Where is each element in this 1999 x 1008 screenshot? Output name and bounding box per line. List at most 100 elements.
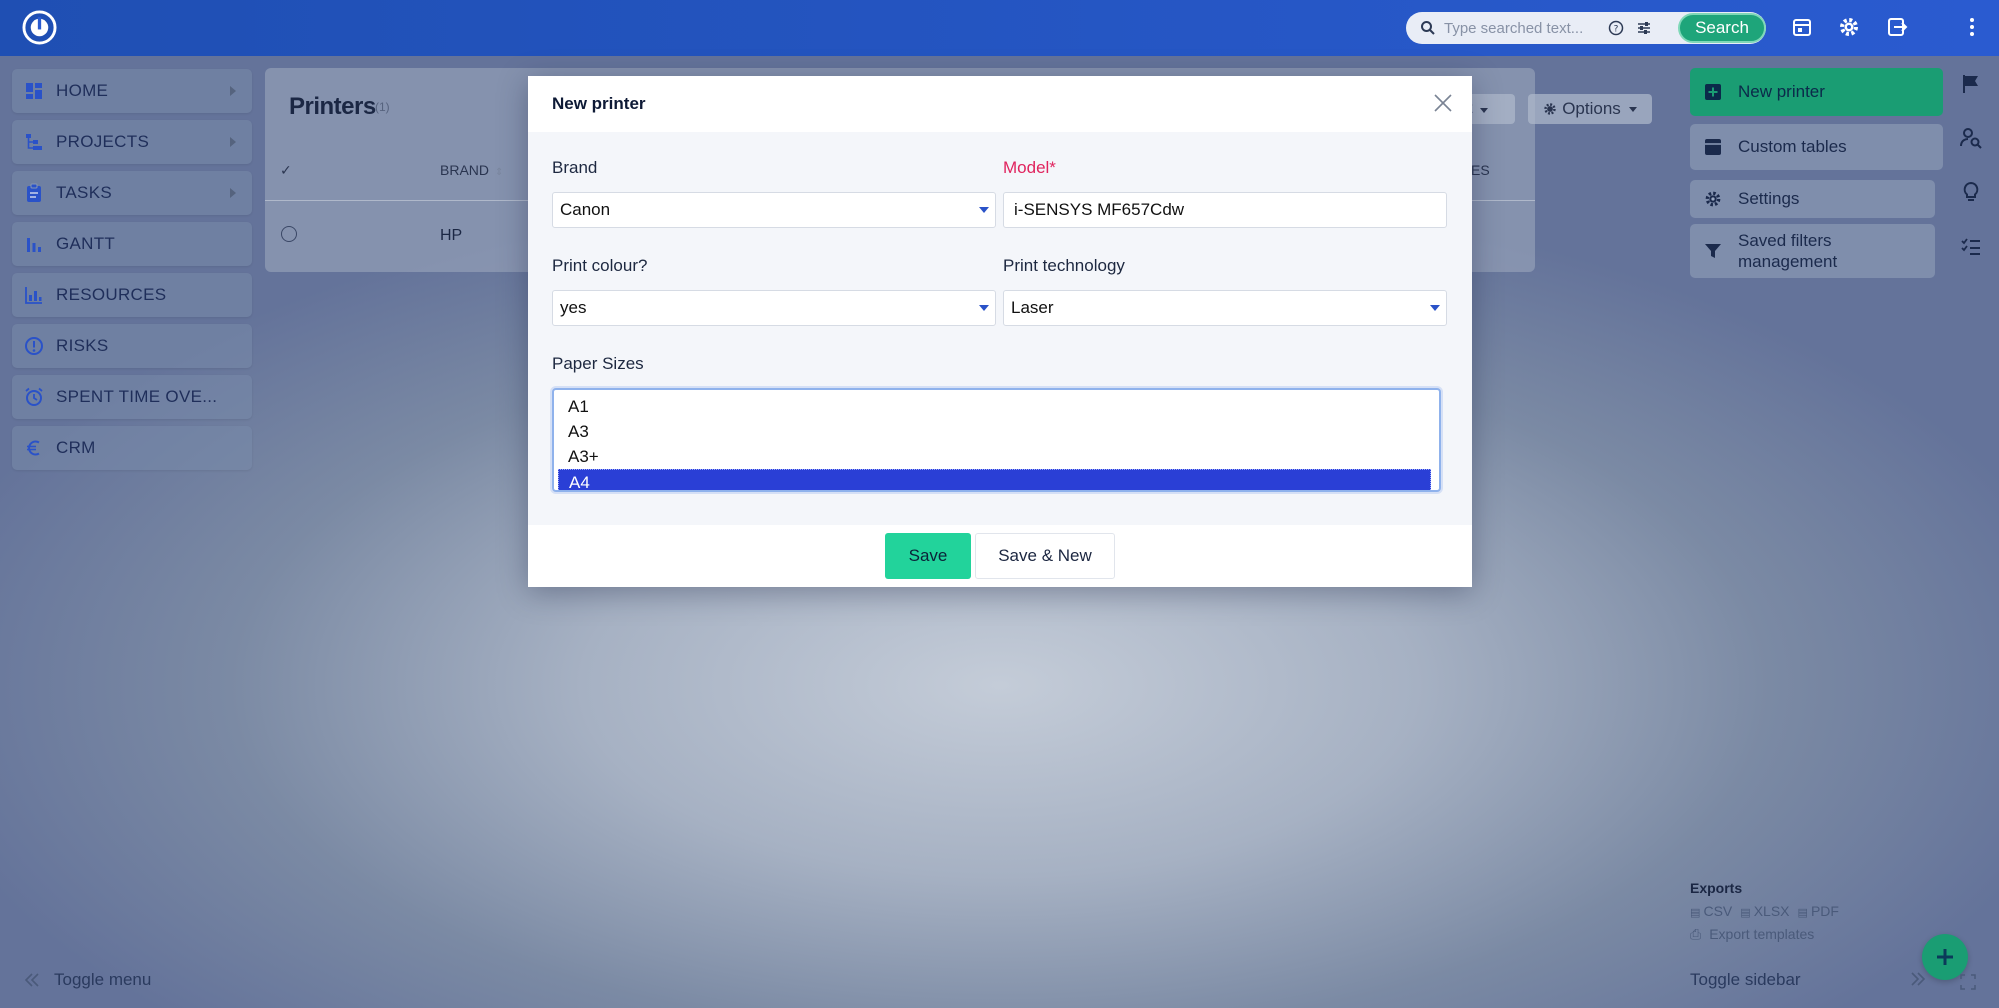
sidebar-item-crm[interactable]: CRM (12, 426, 252, 470)
euro-icon (27, 440, 40, 456)
expand-icon[interactable] (1960, 974, 1976, 990)
save-button[interactable]: Save (885, 533, 971, 579)
search-icon (1421, 21, 1435, 35)
chevron-right-icon (230, 86, 236, 96)
column-header-brand[interactable]: BRAND ⇕ (440, 162, 503, 178)
checklist-icon[interactable] (1960, 236, 1982, 258)
save-and-new-button[interactable]: Save & New (975, 533, 1115, 579)
paper-size-option[interactable]: A3 (558, 419, 1431, 444)
brand-select-value: Canon (560, 200, 611, 219)
sidebar-item-label: RISKS (56, 336, 109, 355)
new-printer-label: New printer (1738, 82, 1825, 101)
more-vertical-icon[interactable] (1961, 16, 1983, 38)
toggle-menu-button[interactable]: Toggle menu (24, 970, 151, 990)
tune-icon[interactable] (1636, 20, 1652, 36)
search-input[interactable] (1444, 17, 1594, 39)
options-label: Options (1562, 99, 1621, 118)
alert-icon (25, 337, 43, 355)
user-search-icon[interactable] (1960, 127, 1982, 149)
select-all-checkbox[interactable]: ✓ (280, 162, 292, 179)
sidebar-item-resources[interactable]: RESOURCES (12, 273, 252, 317)
printer-icon: ⎙ (1690, 926, 1702, 942)
alarm-icon (25, 387, 43, 406)
chevron-right-icon (230, 188, 236, 198)
modal-header: New printer (528, 76, 1472, 132)
table-cell-brand: HP (440, 227, 463, 244)
sidebar-item-risks[interactable]: RISKS (12, 324, 252, 368)
sidebar-item-label: HOME (56, 81, 109, 100)
sidebar-item-home[interactable]: HOME (12, 69, 252, 113)
sidebar-item-tasks[interactable]: TASKS (12, 171, 252, 215)
clipboard-icon (27, 183, 41, 202)
help-icon[interactable]: ? (1608, 20, 1624, 36)
chevron-right-icon (230, 137, 236, 147)
close-icon[interactable] (1433, 93, 1453, 113)
logout-icon[interactable] (1886, 16, 1908, 38)
export-pdf-link[interactable]: PDF (1798, 903, 1839, 919)
search-button[interactable]: Search (1678, 13, 1766, 43)
row-select-radio[interactable] (281, 226, 297, 242)
export-templates-label: Export templates (1709, 926, 1815, 942)
gantt-icon (27, 238, 41, 252)
lightbulb-icon[interactable] (1960, 181, 1982, 203)
print-colour-select[interactable]: yes (552, 290, 996, 326)
modal-title: New printer (552, 94, 646, 113)
caret-down-icon (1480, 108, 1489, 113)
gear-icon (1705, 191, 1721, 207)
dropdown-arrow-icon (979, 207, 989, 213)
export-xlsx-link[interactable]: XLSX (1740, 903, 1790, 919)
double-chevron-left-icon (24, 973, 39, 987)
top-bar: ? Search (0, 0, 1999, 56)
sidebar-item-spent-time[interactable]: SPENT TIME OVE... (12, 375, 252, 419)
brand-select[interactable]: Canon (552, 192, 996, 228)
export-csv-link[interactable]: CSV (1690, 903, 1732, 919)
double-chevron-right-icon[interactable] (1910, 972, 1926, 986)
sidebar-item-label: GANTT (56, 234, 116, 253)
custom-tables-button[interactable]: Custom tables (1690, 124, 1943, 170)
sidebar-item-gantt[interactable]: GANTT (12, 222, 252, 266)
record-count: (1) (375, 100, 390, 114)
settings-label: Settings (1738, 189, 1800, 208)
gear-icon[interactable] (1838, 16, 1860, 38)
sort-icon: ⇕ (495, 167, 504, 178)
sidebar-item-label: CRM (56, 438, 96, 457)
new-printer-button[interactable]: New printer (1690, 68, 1943, 116)
toggle-menu-label: Toggle menu (54, 970, 152, 989)
projects-icon (26, 134, 42, 150)
paper-size-option-selected[interactable]: A4 (558, 469, 1431, 490)
custom-tables-label: Custom tables (1738, 137, 1847, 156)
new-printer-modal: New printer Brand Canon Model* i-SENSYS … (528, 76, 1472, 587)
paper-size-option[interactable]: A3+ (558, 444, 1431, 469)
print-colour-value: yes (560, 298, 587, 317)
sidebar-item-label: RESOURCES (56, 285, 167, 304)
flag-icon[interactable] (1960, 73, 1982, 95)
sidebar-item-projects[interactable]: PROJECTS (12, 120, 252, 164)
dashboard-icon (26, 83, 42, 99)
saved-filters-button[interactable]: Saved filters management (1690, 224, 1935, 278)
sidebar-item-label: SPENT TIME OVE... (56, 387, 218, 406)
exports-title: Exports (1690, 880, 1743, 896)
brand-label: Brand (552, 158, 598, 177)
print-technology-select[interactable]: Laser (1003, 290, 1447, 326)
export-formats: CSV XLSX PDF (1690, 903, 1839, 919)
page-title: Printers (289, 93, 376, 120)
calendar-icon[interactable] (1791, 16, 1813, 38)
paper-sizes-multiselect[interactable]: A1 A3 A3+ A4 (552, 388, 1441, 492)
dropdown-arrow-icon (1430, 305, 1440, 311)
options-button[interactable]: Options (1528, 94, 1652, 124)
export-templates-link[interactable]: ⎙ Export templates (1690, 926, 1839, 943)
app-logo[interactable] (22, 10, 57, 45)
print-colour-label: Print colour? (552, 256, 648, 275)
toggle-sidebar-button[interactable]: Toggle sidebar (1690, 970, 1801, 990)
saved-filters-label: Saved filters management (1738, 231, 1838, 271)
paper-size-option[interactable]: A1 (558, 394, 1431, 419)
column-header-label: BRAND (440, 162, 490, 178)
column-header-partial[interactable]: ES (1471, 162, 1490, 178)
filter-icon (1705, 244, 1721, 258)
settings-button[interactable]: Settings (1690, 180, 1935, 218)
print-technology-value: Laser (1011, 298, 1054, 317)
model-input[interactable]: i-SENSYS MF657Cdw (1003, 192, 1447, 228)
svg-text:?: ? (1614, 25, 1619, 35)
sidebar-item-label: TASKS (56, 183, 112, 202)
table-icon (1705, 139, 1721, 155)
